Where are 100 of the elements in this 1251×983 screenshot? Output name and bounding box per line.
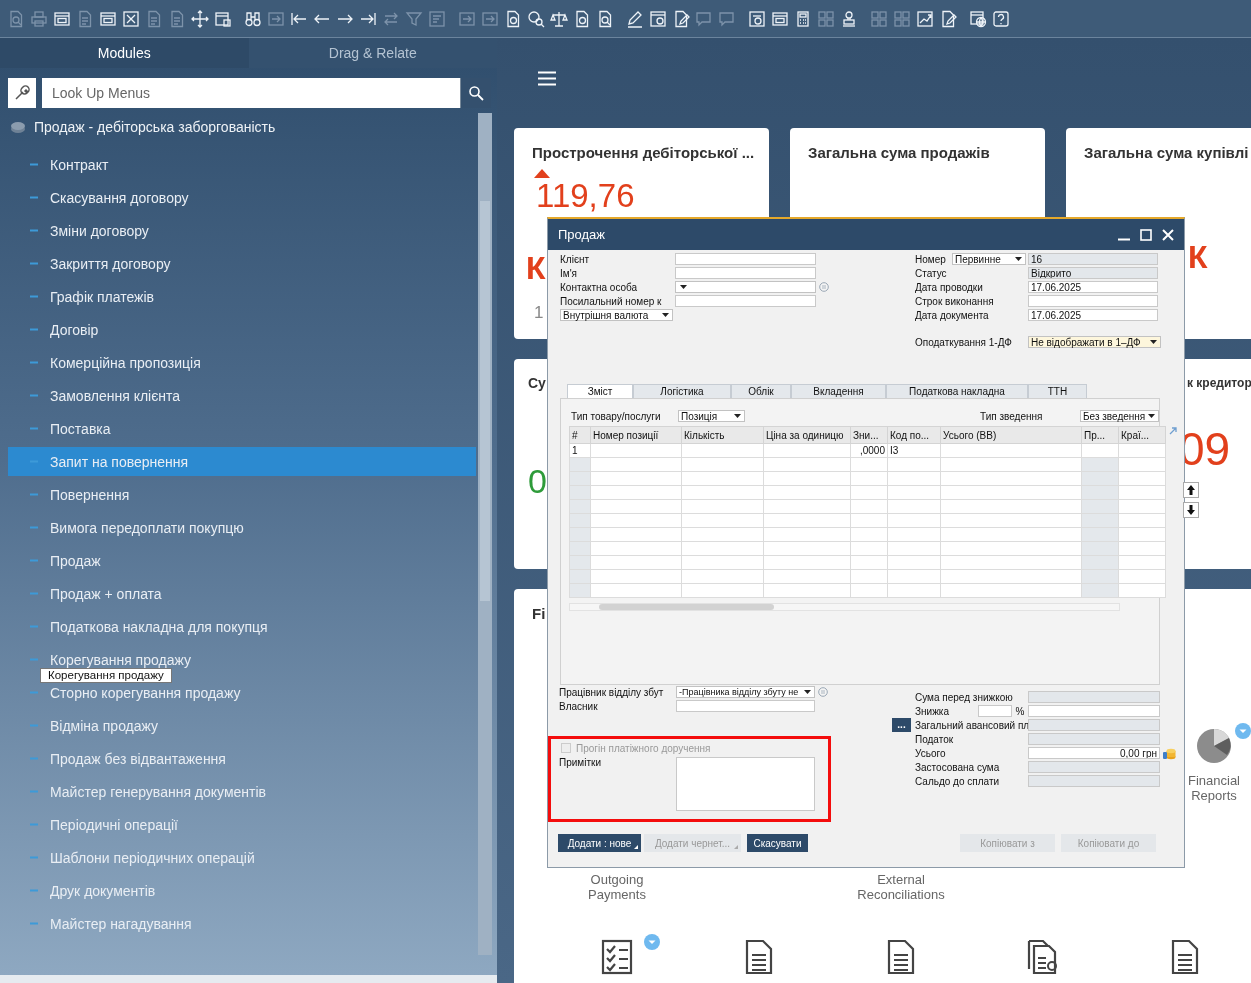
pen-icon[interactable] bbox=[626, 9, 644, 28]
dropdown[interactable]: -Працівника відділу збуту не bbox=[676, 686, 815, 698]
tile-label[interactable]: External Reconciliations bbox=[851, 872, 951, 902]
input-field[interactable] bbox=[676, 700, 815, 712]
dropdown[interactable]: Позиція bbox=[678, 410, 745, 422]
menu-item[interactable]: Продаж bbox=[8, 552, 476, 569]
document-search-icon[interactable] bbox=[596, 9, 614, 28]
coins-icon[interactable] bbox=[1162, 746, 1176, 760]
input-field[interactable] bbox=[675, 267, 816, 279]
document-coin-icon[interactable] bbox=[573, 9, 591, 28]
menu-item[interactable]: Зміни договору bbox=[8, 222, 476, 239]
input-field[interactable] bbox=[1028, 295, 1158, 307]
tab[interactable]: Логістика bbox=[633, 384, 731, 398]
input-field[interactable]: 0,00 грн bbox=[1028, 747, 1160, 759]
maximize-icon[interactable] bbox=[1140, 228, 1152, 241]
balance-scale-icon[interactable] bbox=[550, 9, 568, 28]
tab[interactable]: ТТН bbox=[1028, 384, 1087, 398]
window-icon[interactable] bbox=[99, 9, 117, 28]
column-header[interactable]: Краї... bbox=[1118, 426, 1166, 444]
document-info-icon[interactable] bbox=[748, 9, 766, 28]
button[interactable]: Додати : нове bbox=[558, 834, 641, 852]
column-header[interactable]: Номер позиції bbox=[590, 426, 682, 444]
input-field[interactable] bbox=[1028, 691, 1160, 703]
scrollbar-thumb[interactable] bbox=[599, 604, 774, 610]
bullet-icon bbox=[30, 559, 38, 562]
scrollbar[interactable] bbox=[478, 113, 492, 955]
card-title: Прострочення дебіторської ... bbox=[532, 144, 755, 161]
window-icon[interactable] bbox=[771, 9, 789, 28]
menu-item[interactable]: Графік платежів bbox=[8, 288, 476, 305]
input-field[interactable]: 17.06.2025 bbox=[1028, 281, 1158, 293]
dropdown[interactable]: Не відображати в 1–ДФ bbox=[1028, 336, 1161, 348]
menu-item[interactable]: Замовлення клієнта bbox=[8, 387, 476, 404]
menu-item[interactable]: Договір bbox=[8, 321, 476, 338]
window-icon[interactable] bbox=[53, 9, 71, 28]
input-field[interactable]: 16 bbox=[1028, 253, 1158, 265]
column-header[interactable]: Ціна за одиницю bbox=[763, 426, 851, 444]
tile-label[interactable]: Outgoing Payments bbox=[567, 872, 667, 902]
document-coin-icon[interactable] bbox=[1026, 938, 1060, 976]
column-header[interactable]: Кількість bbox=[681, 426, 764, 444]
more-button[interactable]: ... bbox=[892, 718, 911, 732]
move-up-icon[interactable] bbox=[1183, 482, 1199, 498]
input-field[interactable] bbox=[1028, 775, 1160, 787]
document-coin-icon[interactable] bbox=[504, 9, 522, 28]
module-icon bbox=[10, 119, 26, 134]
stamp-icon[interactable] bbox=[840, 9, 858, 28]
form-settings-icon[interactable] bbox=[214, 9, 232, 28]
dropdown[interactable]: Без зведення bbox=[1080, 410, 1159, 422]
tab[interactable]: Облік bbox=[731, 384, 791, 398]
move-icon[interactable] bbox=[191, 9, 209, 28]
search-field[interactable]: Look Up Menus bbox=[42, 78, 460, 108]
input-field[interactable]: 17.06.2025 bbox=[1028, 309, 1158, 321]
column-header[interactable]: Код по... bbox=[887, 426, 941, 444]
pie-chart-icon[interactable] bbox=[1195, 727, 1233, 765]
button[interactable]: Скасувати bbox=[747, 834, 808, 852]
input-field[interactable] bbox=[1028, 761, 1160, 773]
panel-tab[interactable]: Modules bbox=[0, 38, 249, 68]
tab[interactable]: Зміст bbox=[567, 384, 633, 398]
menu-item[interactable]: Комерційна пропозиція bbox=[8, 354, 476, 371]
metric-value: 0 bbox=[528, 464, 547, 498]
coin-search-icon[interactable] bbox=[527, 9, 545, 28]
panel-tab[interactable]: Drag & Relate bbox=[248, 38, 497, 68]
wrench-button[interactable] bbox=[8, 78, 36, 108]
menu-item[interactable]: Повернення bbox=[8, 486, 476, 503]
input-field[interactable] bbox=[675, 253, 816, 265]
bullet-icon bbox=[30, 328, 38, 331]
globe-window-icon[interactable] bbox=[969, 9, 987, 28]
dropdown[interactable]: Внутрішня валюта bbox=[560, 309, 673, 321]
dropdown[interactable]: Первинне bbox=[952, 253, 1026, 265]
checklist-icon[interactable] bbox=[600, 938, 634, 976]
menu-item[interactable]: Скасування договору bbox=[8, 189, 476, 206]
help-icon[interactable] bbox=[992, 9, 1010, 28]
spreadsheet-icon[interactable] bbox=[122, 9, 140, 28]
column-header[interactable]: # bbox=[569, 426, 591, 444]
module-title[interactable]: Продаж - дебіторська заборгованість bbox=[34, 118, 276, 135]
menu-item[interactable]: Вимога передоплати покупцю bbox=[8, 519, 476, 536]
input-field[interactable] bbox=[978, 705, 1012, 717]
field-label: Тип товару/послуги bbox=[570, 410, 662, 422]
window-gear-icon[interactable] bbox=[649, 9, 667, 28]
menu-item[interactable]: Закриття договору bbox=[8, 255, 476, 272]
document-pen-icon[interactable] bbox=[939, 9, 957, 28]
menu-item[interactable]: Продаж + оплата bbox=[8, 585, 476, 602]
menu-item[interactable]: Податкова накладна для покупця bbox=[8, 618, 476, 635]
menu-icon[interactable] bbox=[538, 71, 556, 86]
menu-item[interactable]: Поставка bbox=[8, 420, 476, 437]
column-header[interactable]: Пр... bbox=[1081, 426, 1119, 444]
document-pen-icon[interactable] bbox=[672, 9, 690, 28]
column-header[interactable]: Усього (ВВ) bbox=[940, 426, 1082, 444]
input-field[interactable] bbox=[1028, 719, 1160, 731]
binoculars-icon[interactable] bbox=[244, 9, 262, 28]
tab[interactable]: Податкова накладна bbox=[886, 384, 1028, 398]
tab[interactable]: Вкладення bbox=[791, 384, 886, 398]
menu-item[interactable]: Контракт bbox=[8, 156, 476, 173]
input-field[interactable] bbox=[1028, 705, 1160, 717]
column-header[interactable]: Зни... bbox=[850, 426, 888, 444]
input-field[interactable]: Відкрито bbox=[1028, 267, 1158, 279]
input-field[interactable] bbox=[1028, 733, 1160, 745]
move-down-icon[interactable] bbox=[1183, 502, 1199, 518]
input-field[interactable] bbox=[675, 295, 816, 307]
close-icon[interactable] bbox=[1162, 228, 1174, 241]
calculator-icon[interactable] bbox=[794, 9, 812, 28]
